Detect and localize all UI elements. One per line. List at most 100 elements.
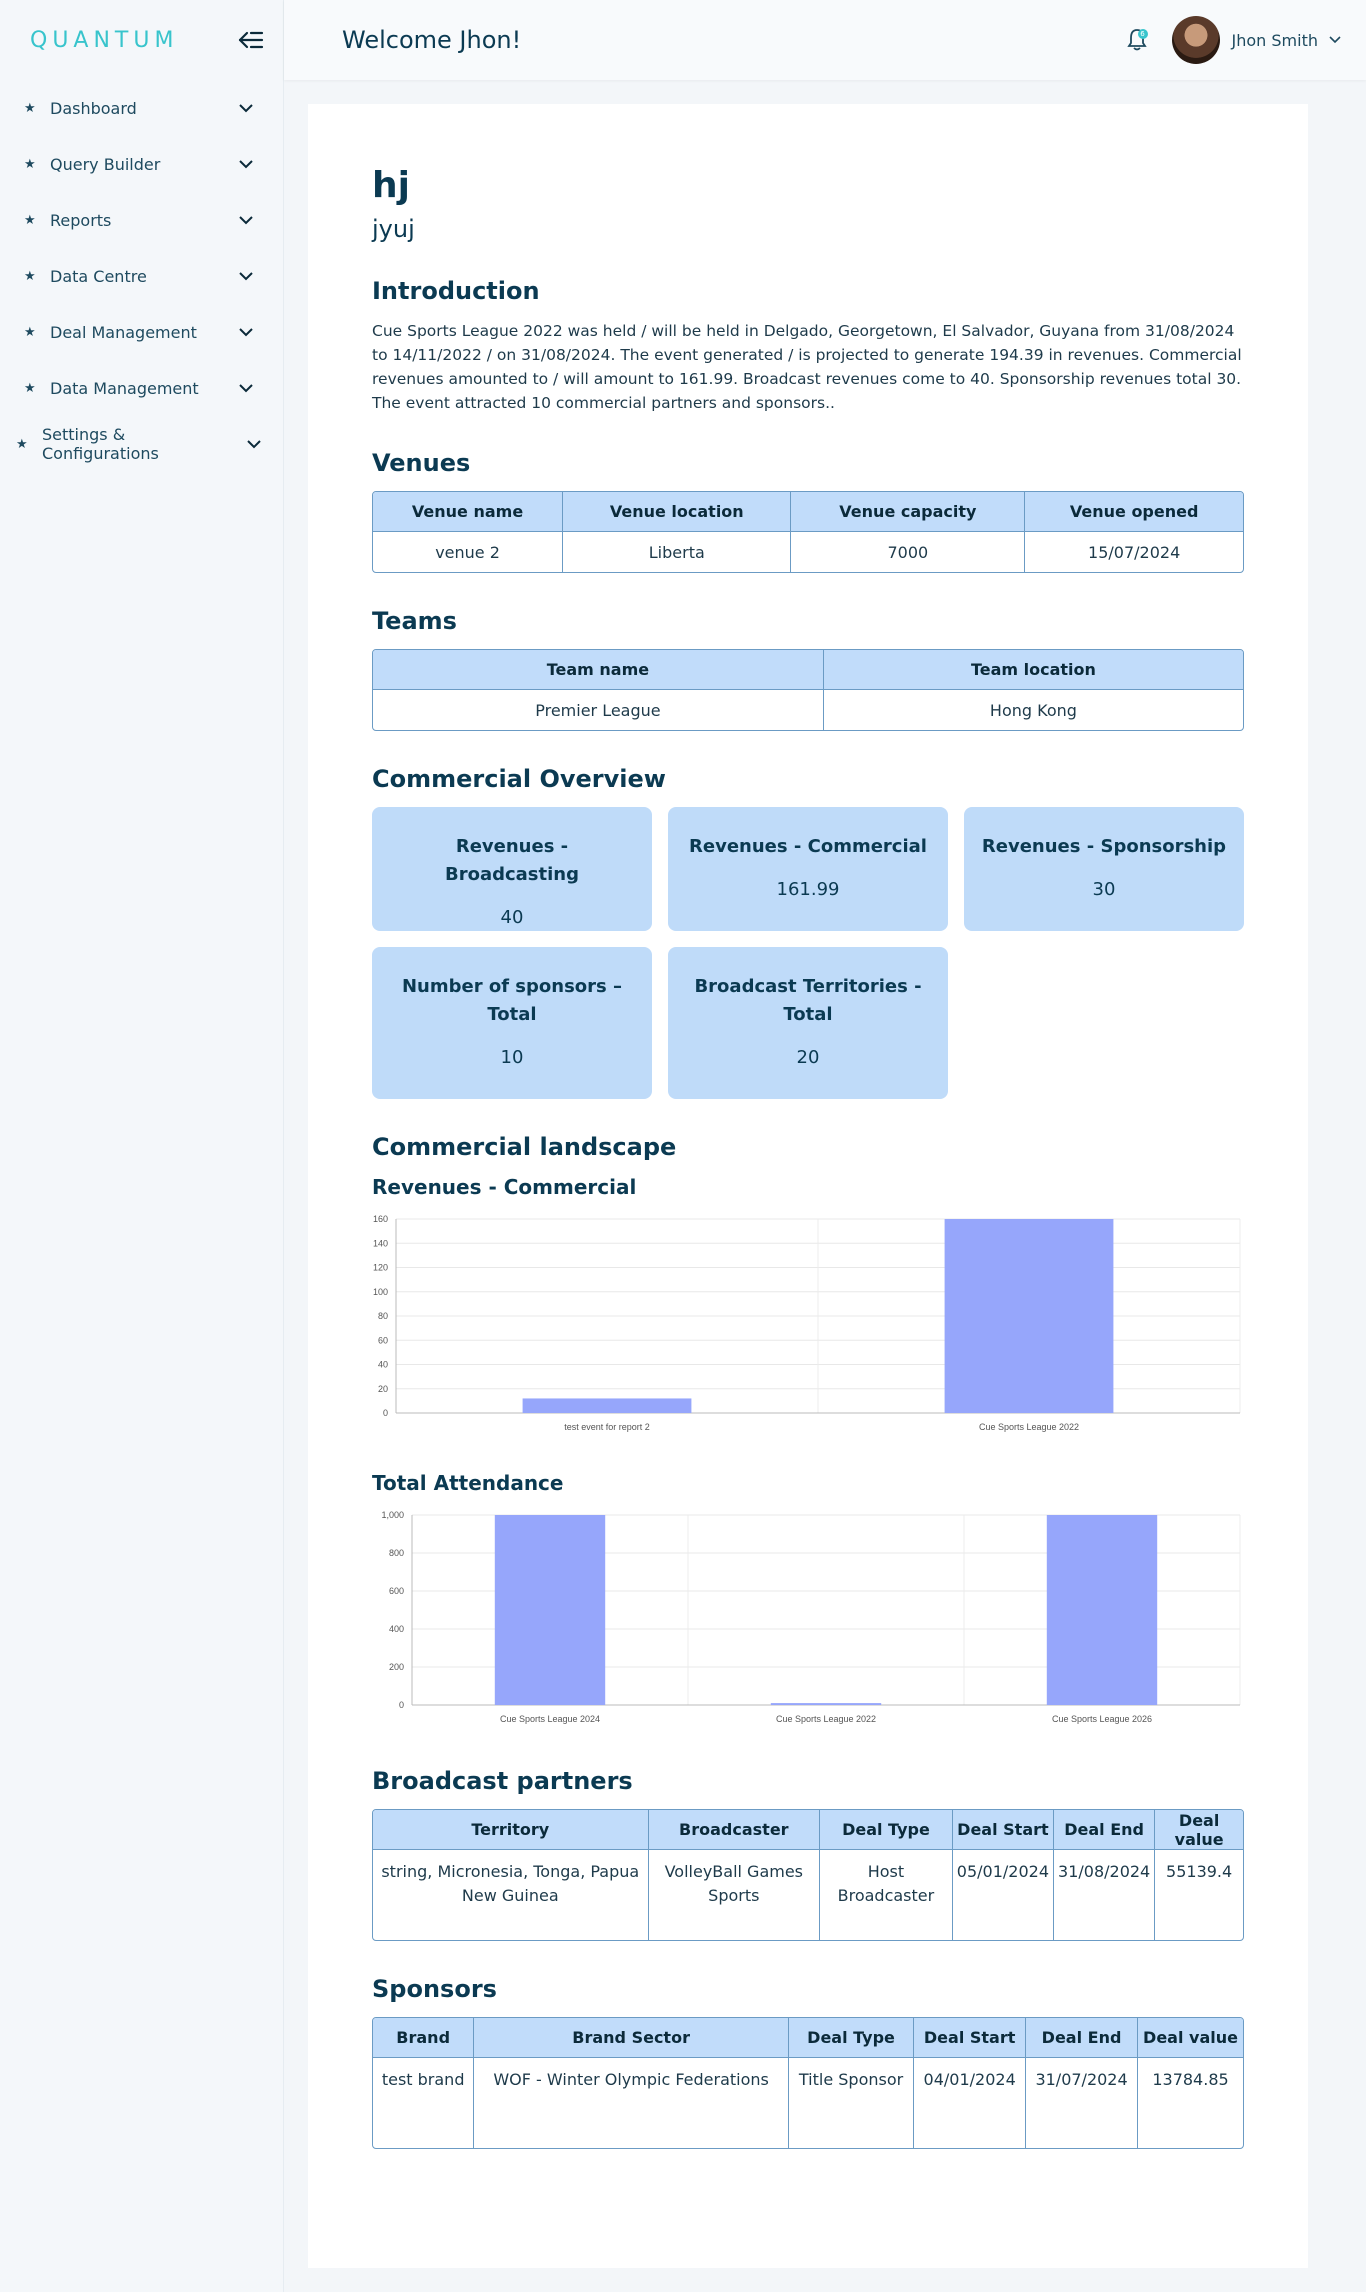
- chevron-down-icon[interactable]: [237, 379, 255, 397]
- sidebar-nav: ★ Dashboard ★ Query Builder ★ Reports ★ …: [0, 80, 283, 472]
- table-cell: 04/01/2024: [914, 2058, 1027, 2149]
- star-icon: ★: [16, 436, 28, 452]
- section-heading-commercial-overview: Commercial Overview: [372, 765, 666, 794]
- column-header: Team name: [373, 650, 824, 691]
- bar: [944, 1219, 1114, 1414]
- chevron-down-icon[interactable]: [237, 267, 255, 285]
- x-tick-label: Cue Sports League 2024: [500, 1714, 600, 1724]
- table-cell: string, Micronesia, Tonga, Papua New Gui…: [373, 1850, 649, 1941]
- kpi-card: Revenues - Sponsorship 30: [964, 807, 1244, 932]
- section-heading-teams: Teams: [372, 607, 457, 636]
- table-row: test brand WOF - Winter Olympic Federati…: [373, 2058, 1243, 2149]
- chevron-down-icon[interactable]: [245, 435, 263, 453]
- y-tick-label: 600: [389, 1586, 404, 1596]
- star-icon: ★: [24, 268, 36, 284]
- table-cell: 05/01/2024: [953, 1850, 1055, 1941]
- column-header: Venue capacity: [791, 492, 1026, 533]
- kpi-title: Revenues - Sponsorship: [981, 836, 1227, 858]
- sidebar-item-label: Data Centre: [50, 266, 147, 286]
- notification-count-badge: 6: [1137, 29, 1148, 39]
- kpi-title: Revenues - Broadcasting: [445, 836, 579, 886]
- table-cell: WOF - Winter Olympic Federations: [474, 2058, 789, 2149]
- introduction-text: Cue Sports League 2022 was held / will b…: [372, 322, 1242, 413]
- revenues-commercial-chart: 0 20 40 60 80 100 120 140 160 test event for repo…: [373, 1214, 1241, 1432]
- kpi-title: Revenues - Commercial: [689, 836, 927, 858]
- table-cell: Liberta: [563, 532, 792, 573]
- table-cell: 7000: [791, 532, 1026, 573]
- kpi-card: Revenues - Broadcasting 40: [372, 807, 652, 932]
- table-row: venue 2 Liberta 7000 15/07/2024: [373, 532, 1243, 573]
- star-icon: ★: [24, 156, 36, 172]
- x-tick-label: Cue Sports League 2022: [979, 1422, 1079, 1432]
- sidebar-item-deal-management[interactable]: ★ Deal Management: [0, 304, 283, 360]
- table-cell: Title Sponsor: [789, 2058, 915, 2149]
- logo[interactable]: QUANTUM: [30, 28, 178, 53]
- table-cell: 15/07/2024: [1088, 542, 1181, 562]
- table-cell: 13784.85: [1152, 2070, 1229, 2090]
- y-tick-label: 100: [373, 1287, 388, 1297]
- table-cell: VolleyBall Games Sports: [649, 1850, 821, 1941]
- welcome-message: Welcome Jhon!: [342, 26, 522, 54]
- avatar[interactable]: [1171, 16, 1220, 64]
- broadcast-partners-table: Territory Broadcaster Deal Type Deal Sta…: [372, 1809, 1244, 1942]
- sidebar-item-query-builder[interactable]: ★ Query Builder: [0, 136, 283, 192]
- collapse-sidebar-icon[interactable]: [235, 24, 267, 56]
- column-header: Deal Type: [788, 2018, 915, 2059]
- teams-table: Team name Team location Premier League H…: [372, 649, 1244, 732]
- kpi-grid: Revenues - Broadcasting 40 Revenues - Co…: [372, 807, 1244, 1100]
- sidebar-item-dashboard[interactable]: ★ Dashboard: [0, 80, 283, 136]
- sidebar-item-label: Settings & Configurations: [42, 425, 159, 463]
- star-icon: ★: [24, 212, 36, 228]
- x-tick-label: Cue Sports League 2026: [1052, 1714, 1152, 1724]
- table-header-row: Brand Brand Sector Deal Type Deal Start …: [373, 2018, 1243, 2059]
- table-cell: test brand: [373, 2058, 475, 2149]
- kpi-value: 20: [796, 1047, 820, 1069]
- table-header-row: Territory Broadcaster Deal Type Deal Sta…: [373, 1810, 1243, 1851]
- chevron-down-icon[interactable]: [237, 99, 255, 117]
- sidebar-item-label: Dashboard: [50, 98, 137, 118]
- y-tick-label: 400: [389, 1624, 404, 1634]
- table-row: string, Micronesia, Tonga, Papua New Gui…: [373, 1850, 1243, 1941]
- column-header: Deal Start: [914, 2018, 1027, 2059]
- sidebar-item-label: Reports: [50, 210, 112, 230]
- sidebar-item-data-management[interactable]: ★ Data Management: [0, 360, 283, 416]
- user-name[interactable]: Jhon Smith: [1232, 31, 1318, 50]
- sidebar-item-label: Data Management: [50, 378, 199, 398]
- y-tick-label: 1,000: [381, 1510, 404, 1520]
- notification-bell-icon[interactable]: 6: [1122, 25, 1152, 55]
- y-tick-label: 160: [373, 1214, 388, 1224]
- chevron-down-icon[interactable]: [237, 211, 255, 229]
- y-tick-label: 60: [378, 1335, 388, 1345]
- x-tick-label: Cue Sports League 2022: [776, 1714, 876, 1724]
- table-cell: Hong Kong: [989, 700, 1077, 720]
- column-header: Broadcaster: [648, 1810, 821, 1851]
- kpi-title: Number of sponsors – Total: [401, 976, 623, 1026]
- y-tick-label: 140: [373, 1238, 388, 1248]
- table-cell: 31/07/2024: [1026, 2058, 1138, 2149]
- sidebar-item-data-centre[interactable]: ★ Data Centre: [0, 248, 283, 304]
- kpi-title: Broadcast Territories - Total: [694, 976, 922, 1026]
- x-tick-label: test event for report 2: [564, 1422, 650, 1432]
- table-cell: Premier League: [373, 690, 824, 731]
- column-header: Deal End: [1026, 2018, 1138, 2059]
- bar: [1046, 1515, 1158, 1706]
- column-header: Venue name: [373, 492, 564, 533]
- sidebar-item-settings[interactable]: ★ Settings & Configurations: [0, 416, 283, 472]
- table-row: Premier League Hong Kong: [373, 690, 1243, 731]
- section-heading-venues: Venues: [372, 449, 471, 478]
- page-subtitle: jyuj: [372, 215, 415, 244]
- sidebar-header: QUANTUM: [0, 0, 283, 80]
- column-header: Team location: [823, 650, 1243, 691]
- column-header: Deal value: [1155, 1810, 1243, 1851]
- chevron-down-icon[interactable]: [237, 155, 255, 173]
- sidebar: QUANTUM ★ Dashboard ★ Query Builder ★ Re…: [0, 0, 284, 2292]
- sidebar-item-reports[interactable]: ★ Reports: [0, 192, 283, 248]
- chevron-down-icon[interactable]: [237, 323, 255, 341]
- column-header: Deal value: [1138, 2018, 1243, 2059]
- sponsors-table: Brand Brand Sector Deal Type Deal Start …: [372, 2017, 1244, 2150]
- chart-title: Revenues - Commercial: [372, 1175, 637, 1200]
- kpi-value: 40: [500, 907, 524, 929]
- chevron-down-icon[interactable]: [1328, 33, 1342, 47]
- report-content: hj jyuj Introduction Cue Sports League 2…: [308, 104, 1308, 2268]
- column-header: Territory: [373, 1810, 649, 1851]
